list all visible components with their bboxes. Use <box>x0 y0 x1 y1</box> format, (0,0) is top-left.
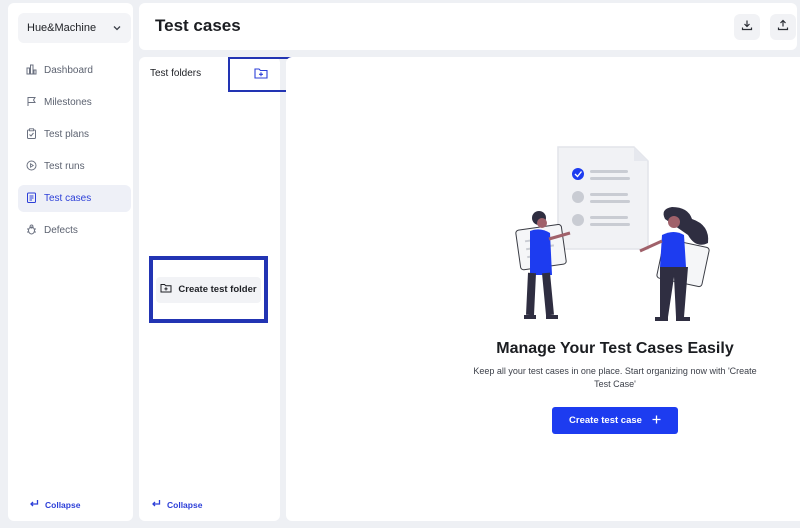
folder-plus-icon <box>160 283 172 296</box>
chevron-down-icon <box>112 23 122 33</box>
sidebar-item-test-cases[interactable]: Test cases <box>18 185 131 212</box>
sidebar-nav: Dashboard Milestones Test plans Test run… <box>18 57 131 249</box>
folder-plus-icon <box>254 66 268 84</box>
sidebar-item-label: Test cases <box>44 193 92 204</box>
workspace-switcher[interactable]: Hue&Machine <box>18 13 131 43</box>
collapse-arrow-icon <box>29 499 39 510</box>
page-title: Test cases <box>155 16 241 35</box>
upload-button[interactable] <box>770 14 796 40</box>
folders-title: Test folders <box>150 68 202 79</box>
download-icon <box>741 18 753 36</box>
bug-icon <box>26 224 37 238</box>
collapse-arrow-icon <box>151 499 161 510</box>
workspace-name: Hue&Machine <box>27 22 97 34</box>
create-folder-label: Create test folder <box>178 284 257 295</box>
folders-collapse-button[interactable]: Collapse <box>151 499 202 510</box>
test-case-icon <box>26 192 37 206</box>
empty-state-description: Keep all your test cases in one place. S… <box>473 366 757 389</box>
dashboard-icon <box>26 64 37 78</box>
create-test-case-label: Create test case <box>569 415 642 426</box>
empty-state-illustration <box>515 146 710 321</box>
flag-icon <box>26 96 37 110</box>
collapse-label: Collapse <box>45 499 81 510</box>
create-test-folder-button[interactable]: Create test folder <box>156 276 261 303</box>
sidebar-item-defects[interactable]: Defects <box>18 217 131 244</box>
play-circle-icon <box>26 160 37 174</box>
new-folder-button[interactable] <box>228 57 294 92</box>
plus-icon <box>652 415 661 427</box>
upload-icon <box>777 18 789 36</box>
header: Test cases <box>139 3 797 50</box>
main-content: Manage Your Test Cases Easily Keep all y… <box>286 57 800 521</box>
clipboard-icon <box>26 127 37 142</box>
sidebar-item-label: Test plans <box>44 129 90 140</box>
sidebar-item-label: Milestones <box>44 97 92 108</box>
download-button[interactable] <box>734 14 760 40</box>
create-test-case-button[interactable]: Create test case <box>552 407 678 434</box>
test-folders-panel: Test folders Create test folder Collapse <box>139 57 294 521</box>
sidebar-item-label: Test runs <box>44 161 85 172</box>
sidebar-collapse-button[interactable]: Collapse <box>29 499 80 510</box>
sidebar-item-test-runs[interactable]: Test runs <box>18 153 131 180</box>
empty-state-title: Manage Your Test Cases Easily <box>496 340 734 357</box>
sidebar-item-label: Defects <box>44 225 78 236</box>
sidebar-item-test-plans[interactable]: Test plans <box>18 121 131 148</box>
sidebar-item-label: Dashboard <box>44 65 93 76</box>
collapse-label: Collapse <box>167 499 203 510</box>
sidebar-item-milestones[interactable]: Milestones <box>18 89 131 116</box>
create-folder-highlight: Create test folder <box>149 256 268 323</box>
sidebar: Hue&Machine Dashboard Milestones Test pl… <box>8 3 133 521</box>
sidebar-item-dashboard[interactable]: Dashboard <box>18 57 131 84</box>
